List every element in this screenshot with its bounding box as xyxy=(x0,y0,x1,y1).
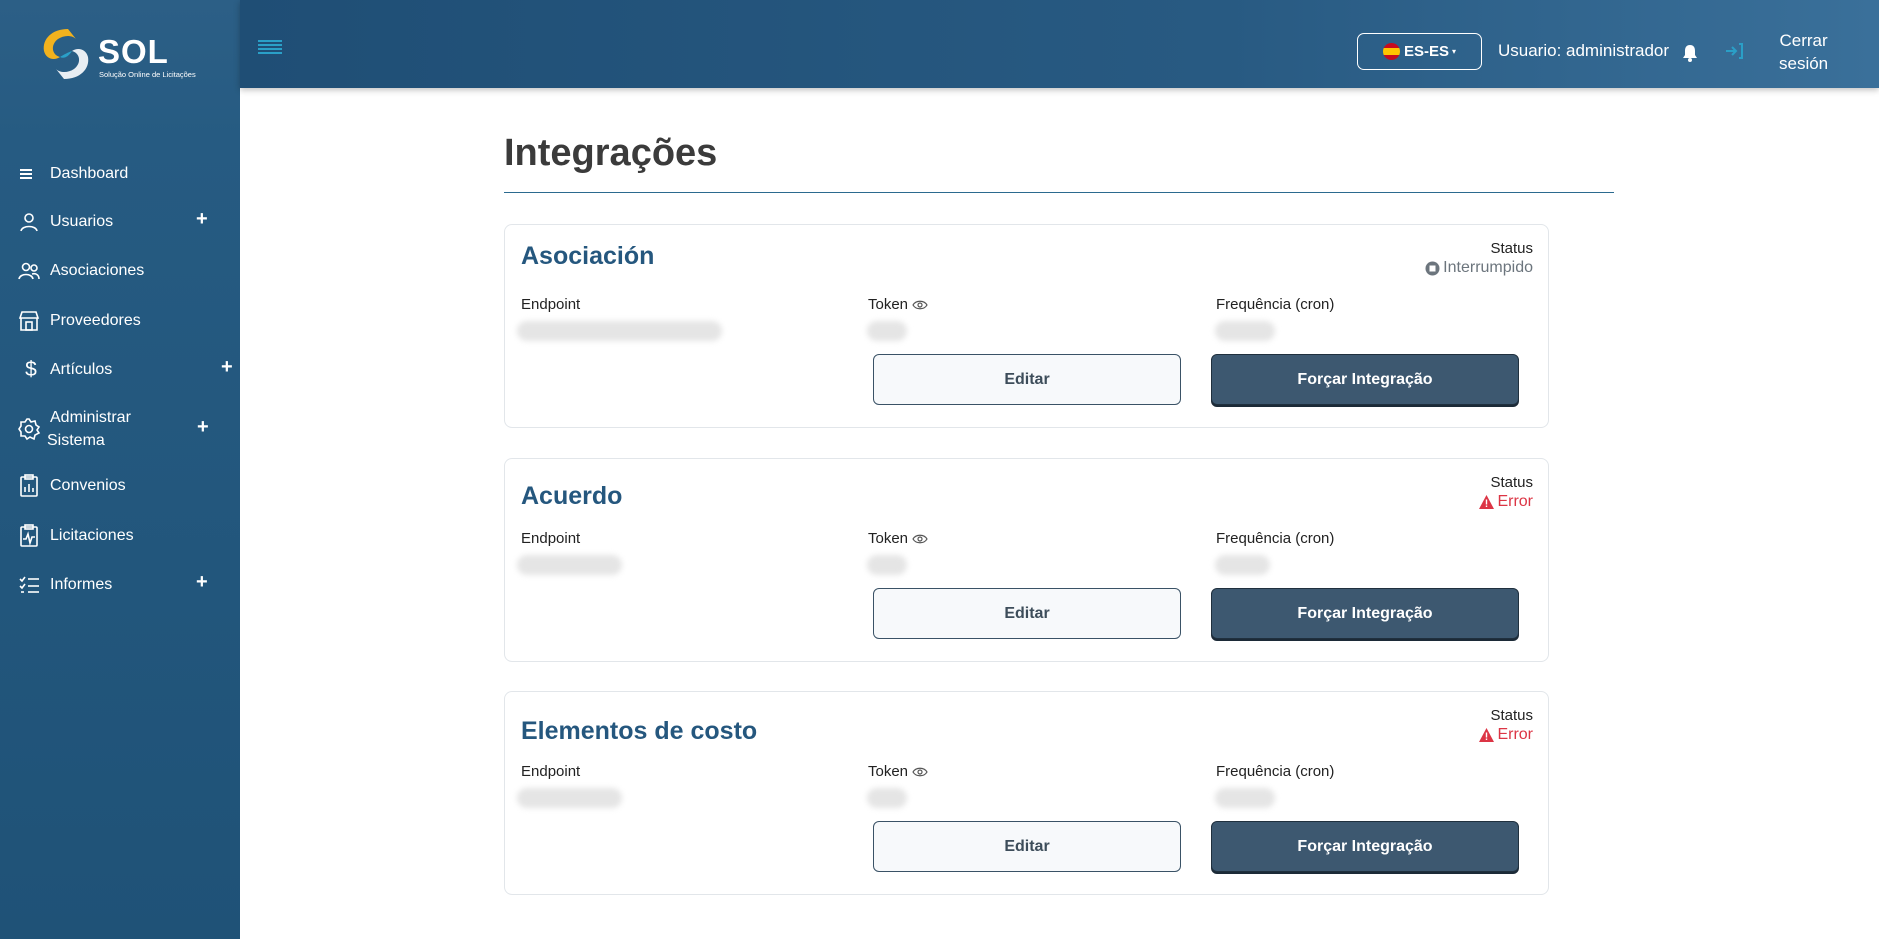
endpoint-value-redacted xyxy=(517,788,622,808)
expand-plus-icon[interactable]: + xyxy=(196,571,208,594)
endpoint-label: Endpoint xyxy=(521,530,581,547)
force-integration-button[interactable]: Forçar Integração xyxy=(1211,588,1519,639)
logout-label-line1: Cerrar xyxy=(1779,31,1828,50)
clipboard-chart-icon xyxy=(17,474,41,498)
sol-logo-icon xyxy=(43,29,89,79)
integration-card: Asociación Status Interrumpido Endpoint … xyxy=(504,224,1549,428)
warning-triangle-icon xyxy=(1479,495,1495,509)
sidebar-item-convenios[interactable]: Convenios xyxy=(0,474,240,498)
sidebar-item-label: Artículos xyxy=(50,361,113,378)
integration-card: Elementos de costo Status Error Endpoint… xyxy=(504,691,1549,895)
sidebar-item-informes[interactable]: Informes + xyxy=(0,571,240,597)
cron-value-redacted xyxy=(1215,321,1275,341)
bell-icon[interactable] xyxy=(1682,44,1698,67)
gear-icon xyxy=(17,417,41,441)
store-icon xyxy=(17,309,41,333)
endpoint-value-redacted xyxy=(517,321,722,341)
eye-icon[interactable] xyxy=(912,299,928,311)
integration-card: Acuerdo Status Error Endpoint Token Freq… xyxy=(504,458,1549,662)
logout-icon[interactable] xyxy=(1724,42,1744,65)
status-label: Status xyxy=(1490,474,1533,491)
edit-button[interactable]: Editar xyxy=(873,354,1181,405)
sidebar: SOL Solução Online de Licitações Dashboa… xyxy=(0,0,240,939)
hamburger-menu-icon[interactable] xyxy=(258,40,282,56)
sidebar-item-label: Proveedores xyxy=(50,312,141,329)
sidebar-item-label: Convenios xyxy=(50,477,126,494)
integration-name: Asociación xyxy=(521,242,655,270)
spain-flag-icon xyxy=(1382,43,1400,60)
sidebar-item-licitaciones[interactable]: Licitaciones xyxy=(0,524,240,548)
sidebar-item-administrar-sistema[interactable]: Administrar Sistema + xyxy=(0,406,240,452)
sidebar-item-label: Administrar Sistema xyxy=(47,409,131,449)
cron-label: Frequência (cron) xyxy=(1216,296,1335,313)
stop-circle-icon xyxy=(1425,261,1440,276)
cron-value-redacted xyxy=(1215,788,1275,808)
warning-triangle-icon xyxy=(1479,728,1495,742)
sidebar-item-label: Usuarios xyxy=(50,213,114,230)
status-label: Status xyxy=(1490,707,1533,724)
dollar-icon: $ xyxy=(25,358,37,381)
eye-icon[interactable] xyxy=(912,533,928,545)
language-label: ES-ES xyxy=(1403,43,1449,60)
force-integration-button[interactable]: Forçar Integração xyxy=(1211,821,1519,872)
top-bar: ES-ES ▾ Usuario: administrador Cerrar se… xyxy=(240,0,1879,88)
status-text: Interrumpido xyxy=(1443,259,1533,276)
cron-label: Frequência (cron) xyxy=(1216,763,1335,780)
current-user: Usuario: administrador xyxy=(1498,41,1670,60)
brand-tagline: Solução Online de Licitações xyxy=(99,70,196,79)
status-text: Error xyxy=(1497,726,1533,743)
user-icon xyxy=(17,210,41,234)
cron-label: Frequência (cron) xyxy=(1216,530,1335,547)
endpoint-label: Endpoint xyxy=(521,763,581,780)
integration-name: Elementos de costo xyxy=(521,717,758,745)
cron-value-redacted xyxy=(1215,555,1270,575)
edit-button[interactable]: Editar xyxy=(873,821,1181,872)
edit-button[interactable]: Editar xyxy=(873,588,1181,639)
endpoint-value-redacted xyxy=(517,555,622,575)
sidebar-item-label: Asociaciones xyxy=(50,262,145,279)
users-icon xyxy=(17,259,41,283)
sidebar-item-proveedores[interactable]: Proveedores xyxy=(0,310,240,332)
integration-name: Acuerdo xyxy=(521,482,623,510)
menu-lines-icon xyxy=(15,162,39,186)
token-label-text: Token xyxy=(868,763,909,780)
status-badge: Interrumpido xyxy=(1425,259,1533,277)
brand-logo[interactable]: SOL Solução Online de Licitações xyxy=(38,25,208,85)
sidebar-item-usuarios[interactable]: Usuarios + xyxy=(0,208,240,234)
sidebar-item-label: Licitaciones xyxy=(50,527,134,544)
status-badge: Error xyxy=(1479,493,1533,511)
logout-label-line2: sesión xyxy=(1779,54,1829,73)
brand-name: SOL xyxy=(98,33,169,70)
title-divider xyxy=(504,192,1614,193)
status-text: Error xyxy=(1497,493,1533,510)
chevron-down-icon: ▾ xyxy=(1452,47,1457,56)
endpoint-label: Endpoint xyxy=(521,296,581,313)
sidebar-item-articulos[interactable]: $ Artículos + xyxy=(0,356,240,381)
token-label-text: Token xyxy=(868,296,909,313)
token-label: Token xyxy=(868,530,928,547)
language-selector[interactable]: ES-ES ▾ xyxy=(1357,33,1482,70)
sidebar-item-dashboard[interactable]: Dashboard xyxy=(0,164,240,184)
expand-plus-icon[interactable]: + xyxy=(221,356,233,379)
sidebar-item-label: Informes xyxy=(50,576,113,593)
logout-button[interactable]: Cerrar sesión xyxy=(1779,29,1828,75)
token-label-text: Token xyxy=(868,530,909,547)
page-title: Integrações xyxy=(504,132,718,174)
token-value-redacted xyxy=(867,788,907,808)
eye-icon[interactable] xyxy=(912,766,928,778)
list-check-icon xyxy=(17,573,41,597)
expand-plus-icon[interactable]: + xyxy=(197,416,209,439)
expand-plus-icon[interactable]: + xyxy=(196,208,208,231)
token-label: Token xyxy=(868,296,928,313)
sidebar-item-asociaciones[interactable]: Asociaciones xyxy=(0,260,240,282)
token-label: Token xyxy=(868,763,928,780)
force-integration-button[interactable]: Forçar Integração xyxy=(1211,354,1519,405)
sidebar-item-label: Dashboard xyxy=(50,165,129,182)
status-badge: Error xyxy=(1479,726,1533,744)
clipboard-pulse-icon xyxy=(17,524,41,548)
token-value-redacted xyxy=(867,555,907,575)
token-value-redacted xyxy=(867,321,907,341)
status-label: Status xyxy=(1490,240,1533,257)
